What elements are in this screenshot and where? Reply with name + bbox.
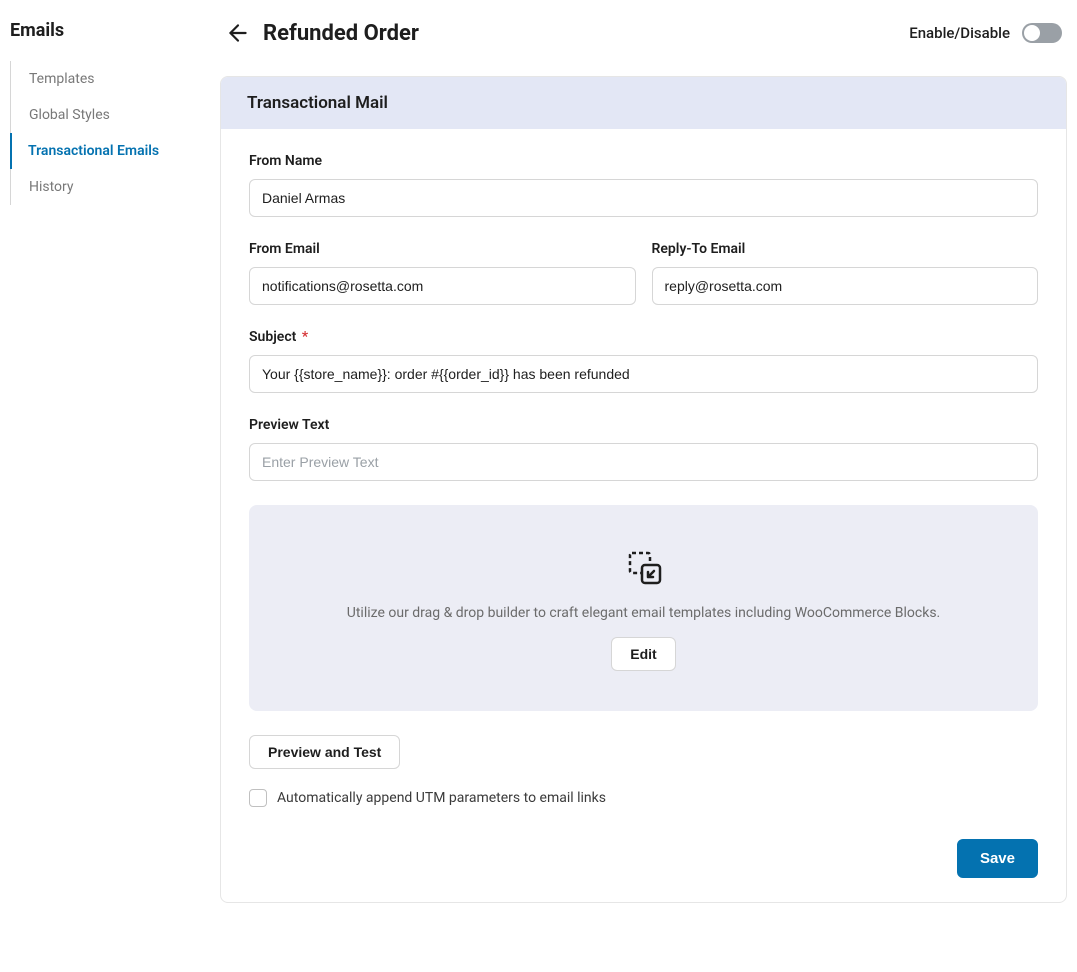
utm-checkbox-label: Automatically append UTM parameters to e… [277,790,606,806]
from-email-label: From Email [249,241,636,257]
preview-test-button[interactable]: Preview and Test [249,735,400,769]
drag-drop-builder-icon [622,545,666,589]
reply-to-group: Reply-To Email [652,241,1039,305]
toggle-knob [1024,25,1040,41]
preview-text-input[interactable] [249,443,1038,481]
sidebar-item-label: Transactional Emails [28,143,159,159]
sidebar-item-label: Global Styles [29,107,110,123]
sidebar-item-history[interactable]: History [11,169,195,205]
page-header-right: Enable/Disable [909,23,1062,43]
subject-input[interactable] [249,355,1038,393]
reply-to-label: Reply-To Email [652,241,1039,257]
footer-actions: Save [249,839,1038,878]
sidebar: Emails Templates Global Styles Transacti… [10,20,205,903]
preview-text-group: Preview Text [249,417,1038,481]
save-button[interactable]: Save [957,839,1038,878]
from-name-group: From Name [249,153,1038,217]
preview-text-label: Preview Text [249,417,1038,433]
sidebar-item-global-styles[interactable]: Global Styles [11,97,195,133]
transactional-mail-card: Transactional Mail From Name From Email … [220,76,1067,903]
toggle-label: Enable/Disable [909,24,1010,42]
from-name-label: From Name [249,153,1038,169]
page-header-left: Refunded Order [225,20,419,46]
enable-disable-toggle[interactable] [1022,23,1062,43]
sidebar-item-label: Templates [29,71,95,87]
utm-checkbox-row: Automatically append UTM parameters to e… [249,789,1038,807]
from-name-input[interactable] [249,179,1038,217]
required-indicator: * [302,329,308,345]
builder-description: Utilize our drag & drop builder to craft… [347,605,940,621]
sidebar-item-templates[interactable]: Templates [11,61,195,97]
sidebar-title: Emails [10,20,195,41]
back-arrow-icon[interactable] [225,20,251,46]
main-content: Refunded Order Enable/Disable Transactio… [205,20,1067,903]
card-body: From Name From Email Reply-To Email [221,129,1066,902]
subject-group: Subject * [249,329,1038,393]
from-email-group: From Email [249,241,636,305]
utm-checkbox[interactable] [249,789,267,807]
builder-box: Utilize our drag & drop builder to craft… [249,505,1038,711]
page-title: Refunded Order [263,21,419,46]
card-header: Transactional Mail [221,77,1066,129]
page-header: Refunded Order Enable/Disable [220,20,1067,46]
sidebar-item-label: History [29,179,74,195]
sidebar-item-transactional-emails[interactable]: Transactional Emails [10,133,195,169]
subject-label: Subject * [249,329,1038,345]
sidebar-nav: Templates Global Styles Transactional Em… [10,61,195,205]
from-email-input[interactable] [249,267,636,305]
edit-button[interactable]: Edit [611,637,675,671]
reply-to-input[interactable] [652,267,1039,305]
